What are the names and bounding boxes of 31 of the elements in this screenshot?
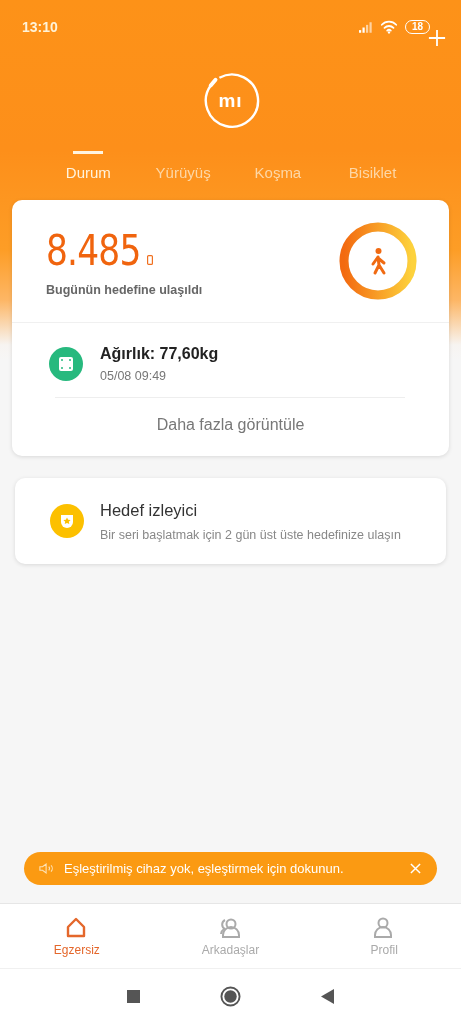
walking-icon	[371, 248, 386, 275]
goal-status: Bugünün hedefine ulaşıldı	[46, 283, 203, 297]
badge-icon	[50, 504, 84, 538]
speaker-icon	[39, 863, 55, 874]
measurement-date: 05/08 09:49	[100, 369, 168, 383]
tab[interactable]: Bisiklet	[348, 163, 397, 183]
tab[interactable]: Yürüyüş	[155, 163, 211, 183]
weight-reading: Ağırlık: 77,60kg	[100, 345, 219, 363]
wifi-icon	[379, 20, 398, 34]
nav-tab[interactable]: Profil	[307, 904, 461, 968]
home-button-icon[interactable]	[220, 986, 241, 1007]
step-count: 8.485	[46, 229, 141, 273]
nav-tab[interactable]: Arkadaşlar	[153, 904, 308, 968]
goal-title: Hedef izleyici	[100, 500, 199, 520]
view-more-link[interactable]: Daha fazla görüntüle	[156, 416, 305, 434]
phone-icon	[147, 255, 154, 265]
goal-tracker-card[interactable]: Hedef izleyici Bir seri başlatmak için 2 gün üst üste hedefinize ulaşın	[15, 478, 446, 564]
tab[interactable]: Durum	[65, 163, 111, 183]
logo-ring-icon	[201, 71, 260, 129]
tab[interactable]: Koşma	[254, 163, 302, 183]
goal-description: Bir seri başlatmak için 2 gün üst üste hedefinize ulaşın	[100, 527, 401, 542]
nav-tab[interactable]: Egzersiz	[0, 904, 154, 968]
scale-icon	[49, 347, 83, 381]
add-icon[interactable]	[428, 29, 446, 47]
back-icon[interactable]	[321, 989, 334, 1004]
signal-icon	[358, 21, 373, 33]
brand-logo: mı	[218, 90, 243, 110]
banner-message: Eşleştirilmiş cihaz yok, eşleştirmek için dokunun.	[64, 861, 345, 876]
clock-time: 13:10	[22, 19, 58, 35]
close-icon[interactable]	[410, 863, 421, 874]
pairing-banner[interactable]: Eşleştirilmiş cihaz yok, eşleştirmek için dokunun.	[24, 852, 437, 885]
